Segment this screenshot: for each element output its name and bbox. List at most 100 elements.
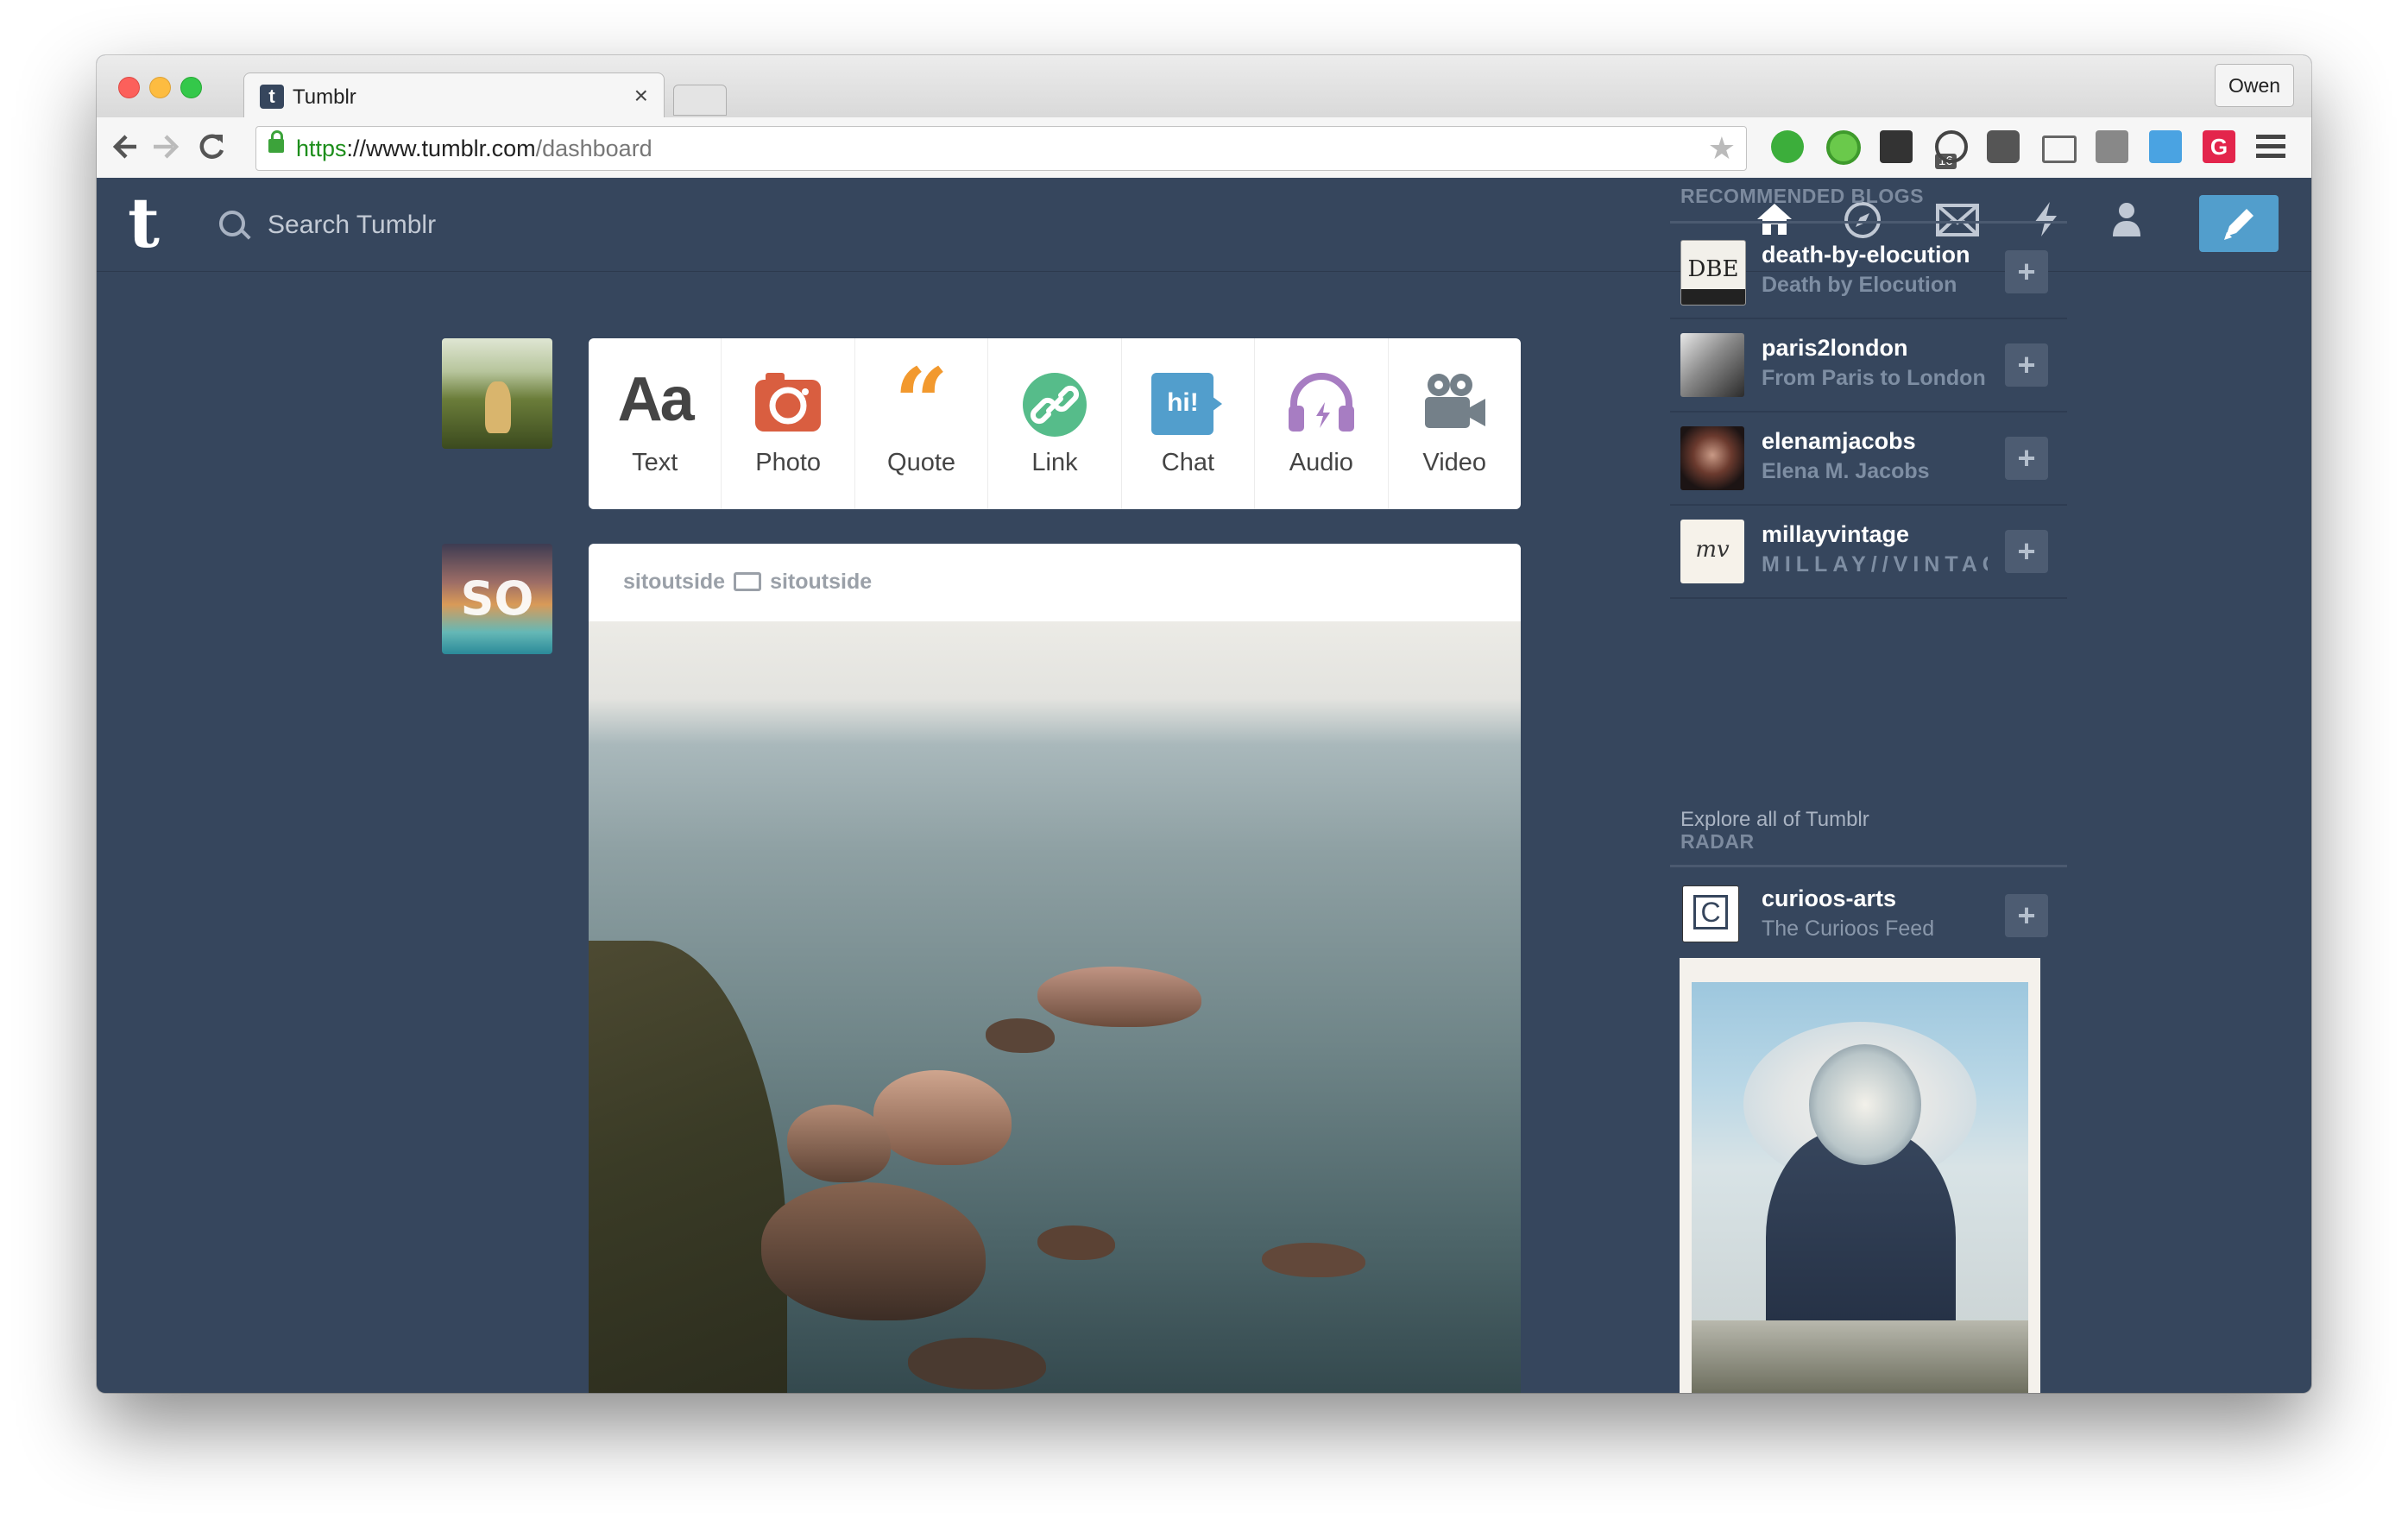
g-extension-icon[interactable]: G [2203,130,2235,163]
follow-button[interactable]: + [2005,343,2048,387]
post-photo[interactable] [589,621,1521,1393]
reload-icon[interactable] [195,128,228,174]
post-type-photo[interactable]: Photo [722,338,855,509]
blog-avatar [1680,333,1744,397]
cast-icon[interactable] [2042,135,2077,163]
follow-button[interactable]: + [2005,250,2048,293]
back-arrow-icon[interactable] [110,128,143,174]
radar-heading: RADAR [1680,830,1755,853]
divider [1670,865,2067,867]
pencil-icon [2224,209,2254,240]
recommended-blog-row[interactable]: paris2london From Paris to London + [1670,318,2067,413]
blog-name[interactable]: elenamjacobs [1762,428,1988,455]
close-tab-icon[interactable]: × [634,82,648,110]
post-author-avatar[interactable]: SO [442,544,552,654]
post-type-label: Chat [1161,449,1215,476]
browser-toolbar: https://www.tumblr.com/dashboard ★ 16 G [97,117,2311,179]
profile-button[interactable]: Owen [2215,64,2294,107]
browser-tab[interactable]: t Tumblr × [243,72,665,120]
follow-button[interactable]: + [2005,530,2048,573]
blog-name[interactable]: paris2london [1762,335,1988,362]
tab-strip: t Tumblr × Owen [97,55,2311,120]
post-card: sitoutside sitoutside [589,544,1521,1393]
post-author-link[interactable]: sitoutside [623,570,725,594]
cliff-shape [589,941,787,1393]
tumblr-favicon-icon: t [260,85,284,109]
post-type-label: Link [1031,449,1078,476]
blog-title: The Curioos Feed [1762,917,1935,941]
lock-icon [268,130,284,153]
new-tab-button[interactable] [673,85,727,116]
evernote-extension-icon[interactable] [1771,130,1804,163]
chat-icon: hi! [1151,373,1224,440]
blog-name[interactable]: curioos-arts [1762,885,1988,912]
rock [1262,1243,1365,1277]
tumblr-logo[interactable]: t [128,188,160,257]
rock [873,1070,1012,1165]
link-icon [1021,371,1088,438]
pocket-extension-icon[interactable] [1987,130,2020,163]
compose-post-button[interactable] [2199,195,2279,252]
recommended-blog-row[interactable]: elenamjacobs Elena M. Jacobs + [1670,411,2067,506]
recommended-blog-row[interactable]: DBE death-by-elocution Death by Elocutio… [1670,224,2067,319]
post-type-audio[interactable]: Audio [1255,338,1389,509]
post-type-text[interactable]: Aa Text [589,338,722,509]
rock [1037,1225,1115,1260]
blog-avatar: mv [1680,520,1744,583]
blog-avatar: DBE [1680,240,1746,306]
blog-title: Death by Elocution [1762,273,1957,297]
post-type-video[interactable]: Video [1389,338,1521,509]
explore-all-link[interactable]: Explore all of Tumblr [1680,808,1869,832]
reblog-source-link[interactable]: sitoutside [770,570,872,594]
post-type-chat[interactable]: hi! Chat [1122,338,1256,509]
post-type-label: Text [632,449,678,476]
bookmark-star-icon[interactable]: ★ [1708,130,1736,167]
post-type-label: Video [1422,449,1487,476]
post-type-label: Audio [1289,449,1353,476]
green-extension-icon[interactable] [1826,130,1861,165]
forward-arrow-icon[interactable] [148,128,181,174]
avatar-text: SO [460,571,534,626]
follow-button[interactable]: + [2005,894,2048,937]
rock [986,1018,1055,1053]
post-type-selector: Aa Text Photo “ Quote Link hi! Chat Audi… [589,338,1521,509]
blog-avatar [1680,426,1744,490]
rock [761,1182,986,1320]
recommended-blog-row[interactable]: mv millayvintage MILLAY//VINTAGE + [1670,504,2067,599]
rock [1037,967,1201,1027]
user-avatar[interactable] [442,338,552,449]
blog-title: From Paris to London [1762,366,1986,390]
video-camera-icon [1420,371,1489,438]
blog-avatar: C [1682,885,1739,942]
minimize-window-button[interactable] [149,77,171,98]
1password-extension-icon[interactable] [1935,130,1968,163]
d-extension-icon[interactable] [1880,130,1913,163]
address-bar[interactable]: https://www.tumblr.com/dashboard ★ [255,126,1747,171]
blog-title: MILLAY//VINTAGE [1762,552,1988,576]
post-header: sitoutside sitoutside [623,570,872,595]
url-text: https://www.tumblr.com/dashboard [296,135,652,161]
headphones-icon [1287,371,1356,438]
download-extension-icon[interactable] [2096,130,2128,163]
rock [908,1338,1046,1389]
blog-name[interactable]: death-by-elocution [1762,242,1988,268]
maximize-window-button[interactable] [180,77,202,98]
follow-button[interactable]: + [2005,437,2048,480]
blog-name[interactable]: millayvintage [1762,521,1988,548]
tab-title: Tumblr [293,85,356,109]
text-icon: Aa [617,365,695,434]
post-type-quote[interactable]: “ Quote [855,338,989,509]
post-type-link[interactable]: Link [988,338,1122,509]
radar-blog-row[interactable]: C curioos-arts The Curioos Feed + [1670,868,2067,958]
search-icon [219,211,245,236]
blog-title: Elena M. Jacobs [1762,459,1930,483]
recommended-blogs-heading: RECOMMENDED BLOGS [1680,185,1924,207]
screenshot-extension-icon[interactable] [2149,130,2182,163]
search-input[interactable] [266,205,787,245]
close-window-button[interactable] [118,77,140,98]
menu-icon[interactable] [2256,133,2289,166]
radar-post-image[interactable] [1680,958,2040,1393]
account-person-icon[interactable] [2102,200,2151,249]
browser-window: t Tumblr × Owen https://www.tumblr.com/d… [97,55,2311,1393]
quote-icon: “ [893,347,949,458]
